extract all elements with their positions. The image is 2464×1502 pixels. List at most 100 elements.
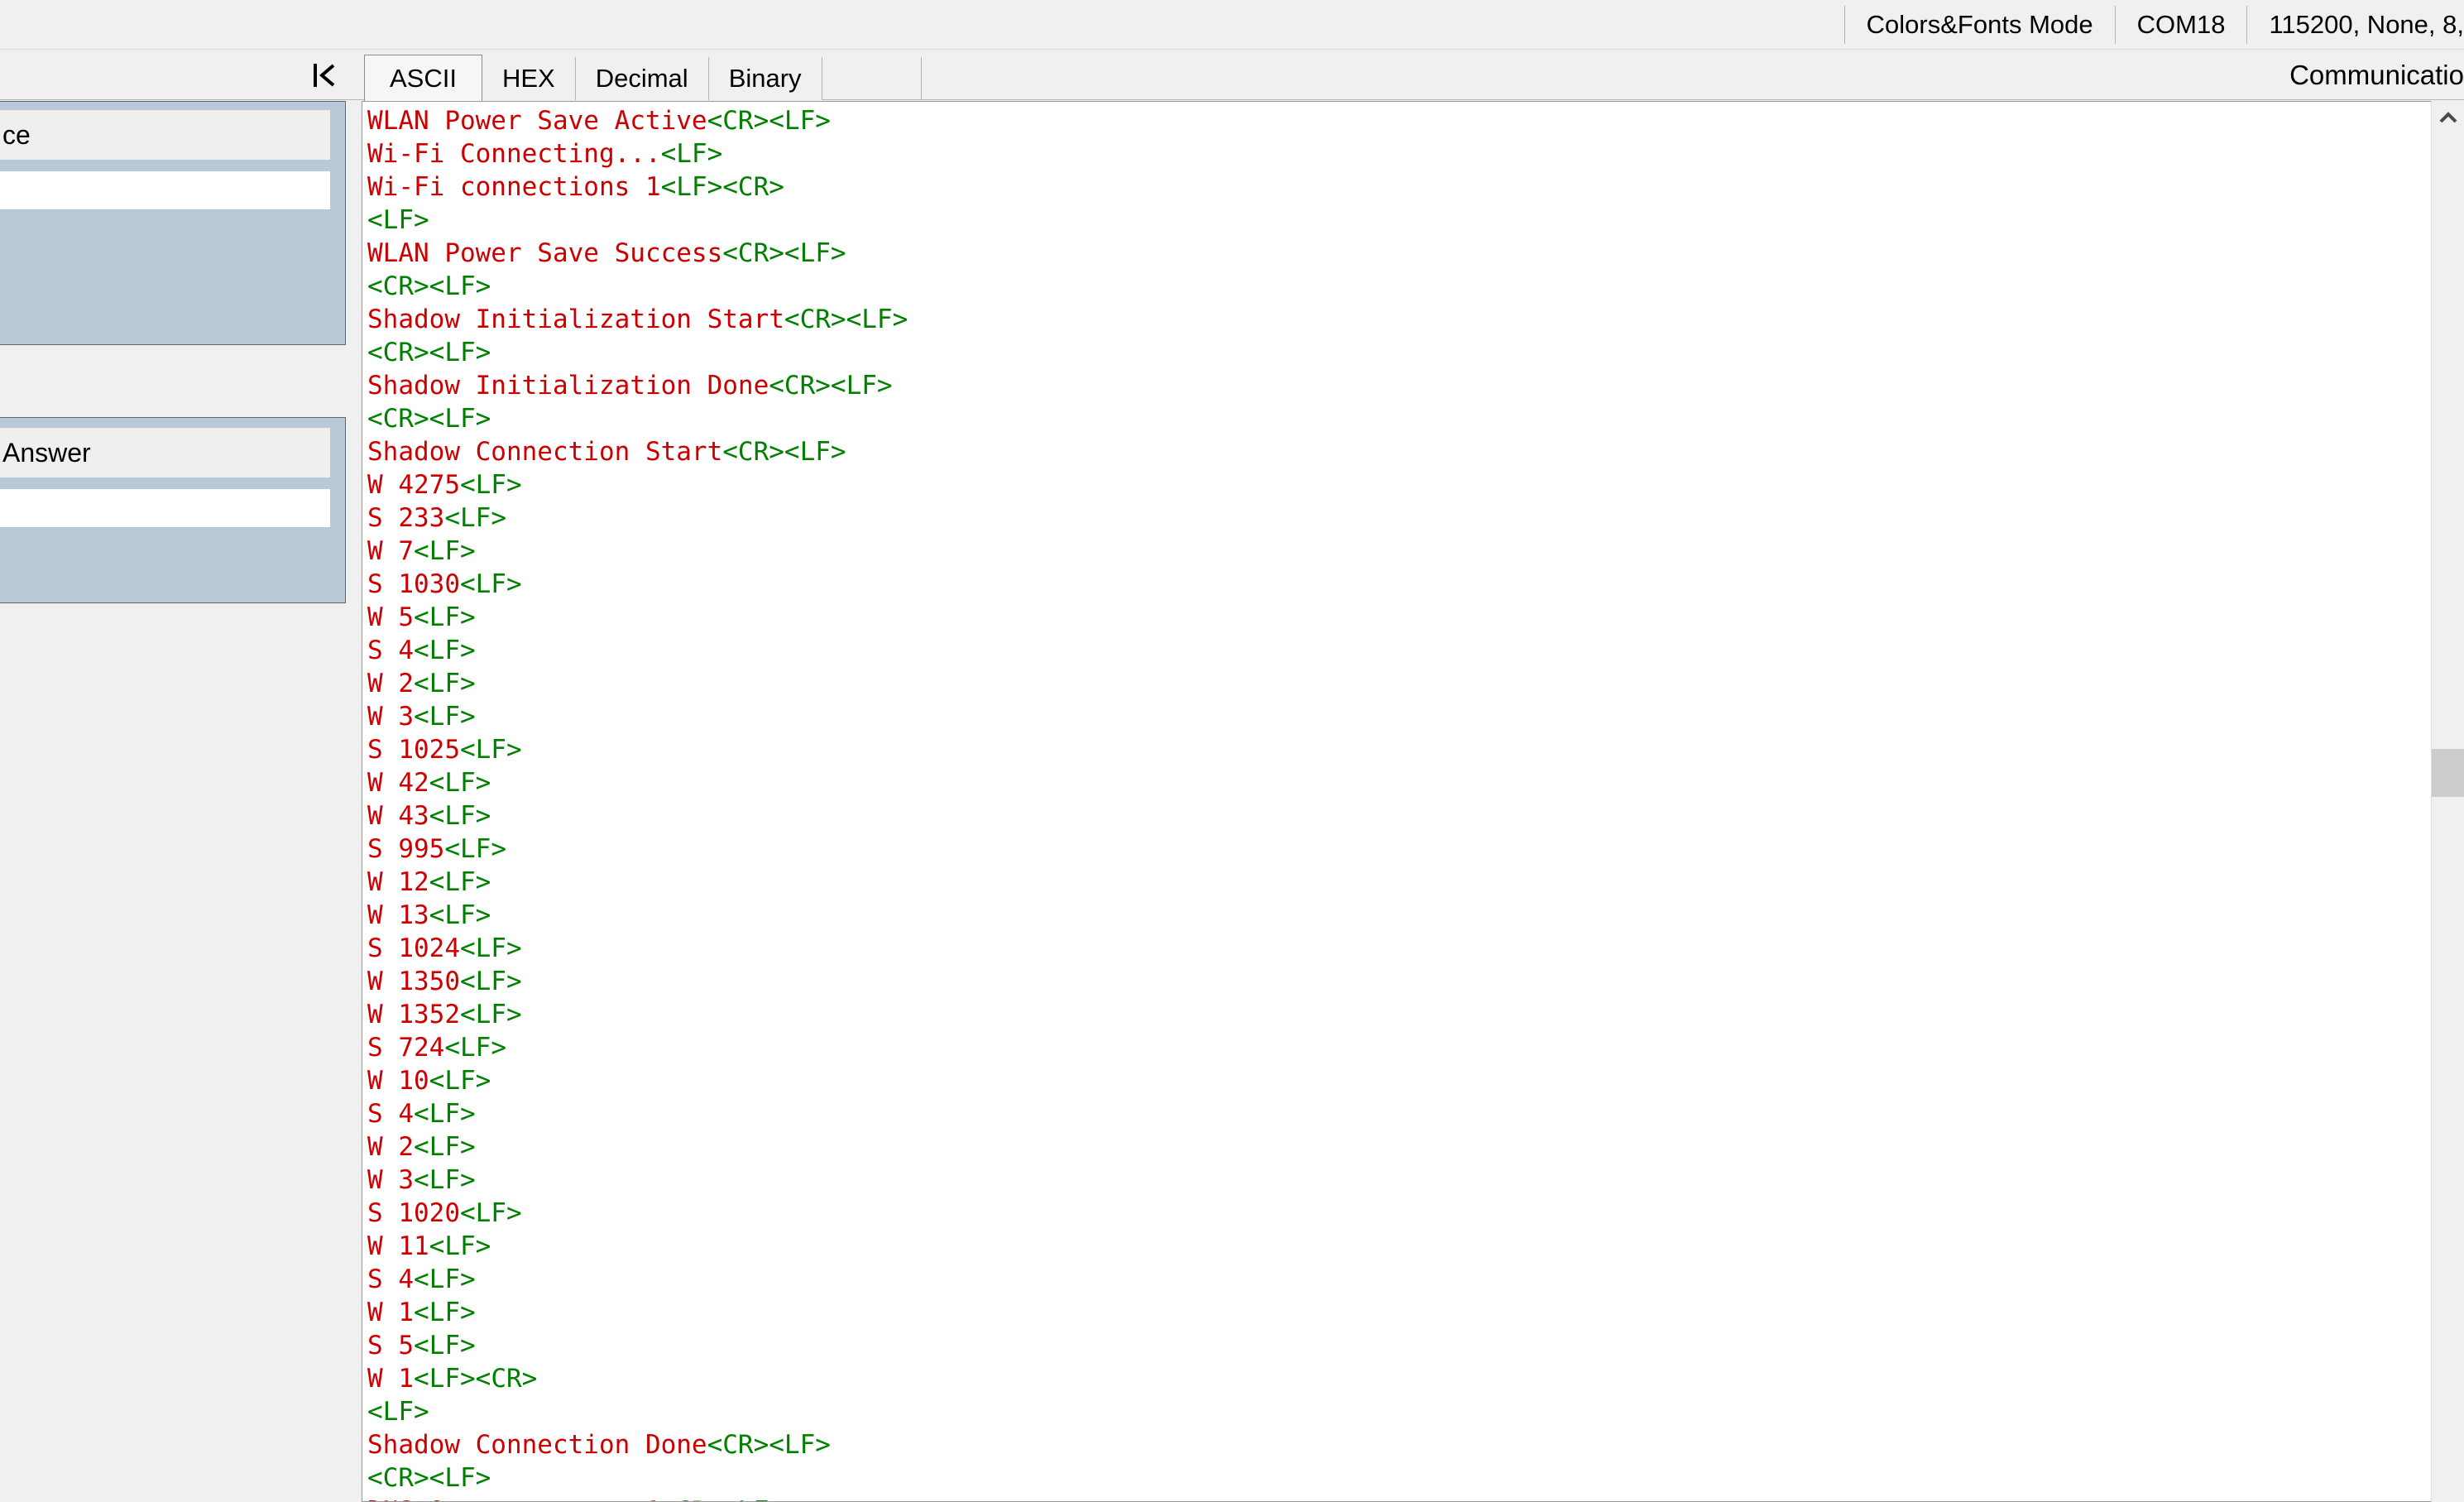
terminal-control-char: <LF> (460, 569, 522, 599)
terminal-control-char: <LF> (414, 636, 476, 665)
terminal-output-panel[interactable]: WLAN Power Save Active<CR><LF>Wi-Fi Conn… (362, 101, 2431, 1502)
terminal-control-char: <LF> (444, 503, 506, 533)
terminal-lines-container: WLAN Power Save Active<CR><LF>Wi-Fi Conn… (362, 102, 2431, 1502)
collapse-left-icon (308, 59, 343, 92)
terminal-data-text: W 4275 (367, 470, 460, 500)
terminal-data-text: S 995 (367, 834, 444, 864)
tab-ascii[interactable]: ASCII (364, 55, 482, 101)
terminal-control-char: <CR><LF> (367, 1463, 491, 1493)
terminal-line: W 1350<LF> (364, 965, 2431, 998)
answer-input[interactable] (0, 489, 330, 527)
terminal-control-char: <CR><LF> (769, 371, 892, 401)
terminal-control-char: <LF> (429, 1066, 491, 1096)
terminal-line: W 42<LF> (364, 766, 2431, 799)
terminal-line: S 4<LF> (364, 1263, 2431, 1296)
terminal-line: S 724<LF> (364, 1031, 2431, 1064)
terminal-control-char: <CR><LF> (707, 106, 831, 136)
terminal-data-text: W 3 (367, 702, 414, 732)
terminal-control-char: <LF> (429, 1231, 491, 1261)
terminal-line: W 3<LF> (364, 700, 2431, 733)
terminal-line: W 11<LF> (364, 1230, 2431, 1263)
status-segment-colors-fonts-mode[interactable]: Colors&Fonts Mode (1844, 6, 2115, 44)
terminal-control-char: <LF> (460, 470, 522, 500)
terminal-data-text: S 233 (367, 503, 444, 533)
terminal-control-char: <LF> (414, 702, 476, 732)
terminal-control-char: <CR><LF> (722, 238, 846, 268)
terminal-line: <LF> (364, 204, 2431, 237)
terminal-control-char: <LF> (429, 801, 491, 831)
device-group-label: ce (0, 110, 330, 160)
communication-label: Communicatio (2289, 50, 2464, 100)
terminal-line: W 12<LF> (364, 866, 2431, 899)
left-sidebar: ce Answer (0, 101, 346, 1502)
terminal-control-char: <LF> (429, 867, 491, 897)
terminal-data-text: DNS Query success 1 (367, 1496, 661, 1502)
terminal-control-char: <CR><LF> (784, 305, 908, 334)
terminal-data-text: W 5 (367, 602, 414, 632)
terminal-control-char: <LF> (460, 933, 522, 963)
terminal-line: <CR><LF> (364, 336, 2431, 369)
terminal-control-char: <LF> (460, 967, 522, 996)
terminal-line: <CR><LF> (364, 1461, 2431, 1495)
terminal-line: <LF> (364, 1395, 2431, 1428)
terminal-line: Shadow Initialization Start<CR><LF> (364, 303, 2431, 336)
terminal-data-text: W 1 (367, 1298, 414, 1327)
terminal-data-text: W 10 (367, 1066, 429, 1096)
terminal-line: S 1020<LF> (364, 1197, 2431, 1230)
terminal-line: S 995<LF> (364, 833, 2431, 866)
terminal-line: W 1<LF><CR> (364, 1362, 2431, 1395)
terminal-data-text: S 1025 (367, 735, 460, 765)
terminal-line: <CR><LF> (364, 402, 2431, 435)
terminal-control-char: <CR><LF> (661, 1496, 784, 1502)
terminal-control-char: <LF> (414, 1132, 476, 1162)
terminal-line: W 13<LF> (364, 899, 2431, 932)
terminal-line: S 233<LF> (364, 501, 2431, 535)
terminal-data-text: W 7 (367, 536, 414, 566)
answer-group-panel: Answer (0, 417, 346, 603)
status-segment-com-port[interactable]: COM18 (2115, 6, 2247, 44)
terminal-control-char: <LF> (367, 1397, 429, 1427)
tab-decimal[interactable]: Decimal (576, 57, 709, 100)
collapse-panel-button[interactable] (306, 57, 344, 94)
tab-hex[interactable]: HEX (482, 57, 576, 100)
terminal-line: W 10<LF> (364, 1064, 2431, 1097)
terminal-data-text: S 1024 (367, 933, 460, 963)
chevron-up-icon (2438, 111, 2458, 124)
terminal-line: S 1030<LF> (364, 568, 2431, 601)
terminal-control-char: <CR><LF> (707, 1430, 831, 1460)
terminal-control-char: <LF> (460, 1000, 522, 1029)
terminal-control-char: <LF><CR> (661, 172, 784, 202)
device-input[interactable] (0, 171, 330, 209)
status-segment-serial-params[interactable]: 115200, None, 8, (2246, 6, 2464, 44)
tab-binary[interactable]: Binary (709, 57, 822, 100)
terminal-data-text: S 4 (367, 1099, 414, 1129)
top-status-bar: Colors&Fonts Mode COM18 115200, None, 8, (0, 0, 2464, 50)
terminal-control-char: <CR><LF> (722, 437, 846, 467)
tab-row: ASCII HEX Decimal Binary Communicatio (0, 50, 2464, 100)
terminal-line: <CR><LF> (364, 270, 2431, 303)
terminal-control-char: <LF> (414, 1165, 476, 1195)
terminal-control-char: <LF> (414, 536, 476, 566)
terminal-data-text: S 4 (367, 636, 414, 665)
terminal-control-char: <CR><LF> (367, 271, 491, 301)
terminal-control-char: <LF> (429, 900, 491, 930)
terminal-line: WLAN Power Save Active<CR><LF> (364, 104, 2431, 137)
terminal-line: S 1025<LF> (364, 733, 2431, 766)
terminal-control-char: <LF> (661, 139, 723, 169)
terminal-line: W 1352<LF> (364, 998, 2431, 1031)
terminal-data-text: W 12 (367, 867, 429, 897)
terminal-control-char: <LF> (414, 1264, 476, 1294)
terminal-control-char: <LF><CR> (414, 1364, 537, 1394)
terminal-control-char: <CR><LF> (367, 404, 491, 434)
terminal-line: S 4<LF> (364, 1097, 2431, 1130)
terminal-line: Shadow Initialization Done<CR><LF> (364, 369, 2431, 402)
terminal-control-char: <LF> (414, 669, 476, 698)
device-group-panel: ce (0, 101, 346, 345)
terminal-data-text: S 5 (367, 1331, 414, 1360)
scrollbar-thumb[interactable] (2432, 749, 2464, 797)
terminal-line: W 4275<LF> (364, 468, 2431, 501)
terminal-vertical-scrollbar[interactable] (2431, 101, 2464, 1502)
terminal-control-char: <LF> (414, 602, 476, 632)
scroll-up-button[interactable] (2432, 101, 2464, 134)
terminal-line: W 1<LF> (364, 1296, 2431, 1329)
